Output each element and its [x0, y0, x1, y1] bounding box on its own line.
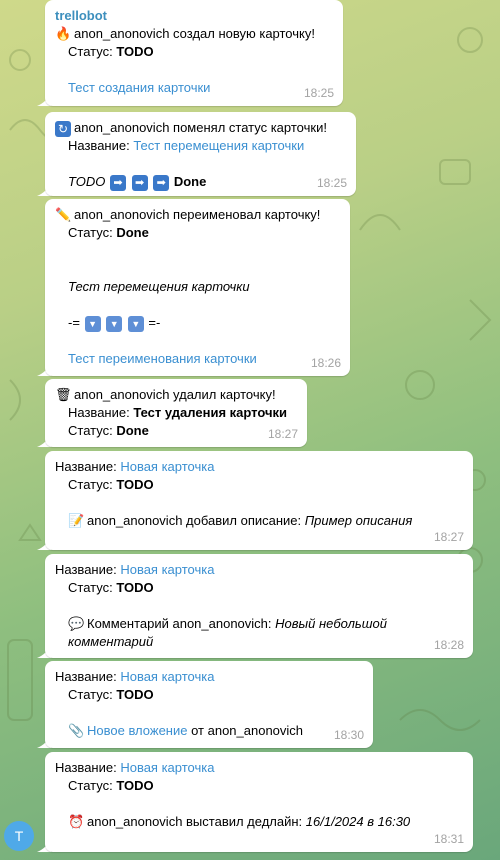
author-name: anon_anonovich	[74, 26, 170, 41]
status-label: Статус:	[68, 778, 117, 793]
status-label: Статус:	[68, 423, 117, 438]
message-bubble[interactable]: 🗑 anon_anonovich удалил карточку! Названи…	[45, 379, 307, 447]
status-value: TODO	[116, 44, 154, 59]
action-detail: Пример описания	[304, 513, 413, 528]
right-arrow-icon: ➡	[131, 174, 148, 191]
fire-icon: 🔥	[55, 26, 72, 41]
message-time: 18:30	[333, 728, 364, 742]
author-name: anon_anonovich	[74, 387, 170, 402]
name-label: Название:	[68, 405, 134, 420]
message-bubble[interactable]: ↻ anon_anonovich поменял статус карточки!…	[45, 112, 356, 196]
status-label: Статус:	[68, 477, 117, 492]
action-text: anon_anonovich выставил дедлайн:	[87, 814, 306, 829]
message-time: 18:28	[433, 638, 464, 652]
sender-name[interactable]: trellobot	[55, 7, 333, 25]
name-value: Тест удаления карточки	[133, 405, 287, 420]
name-label: Название:	[68, 138, 134, 153]
action-detail: Новый небольшой	[275, 616, 388, 631]
status-value: TODO	[116, 580, 154, 595]
card-link[interactable]: Тест перемещения карточки	[133, 138, 304, 153]
attachment-link[interactable]: Новое вложение	[87, 723, 187, 738]
author-name: anon_anonovich	[74, 207, 170, 222]
message-bubble[interactable]: Название: Новая карточка Статус: TODO 💬 К…	[45, 554, 473, 658]
status-label: Статус:	[68, 580, 117, 595]
card-link[interactable]: Тест создания карточки	[68, 80, 210, 95]
name-label: Название:	[55, 760, 121, 775]
card-link[interactable]: Новая карточка	[120, 459, 214, 474]
right-arrow-icon: ➡	[153, 174, 170, 191]
status-value: Done	[116, 225, 149, 240]
message-time: 18:26	[310, 356, 341, 370]
name-label: Название:	[55, 459, 121, 474]
status-value: TODO	[116, 778, 154, 793]
old-card-name: Тест перемещения карточки	[68, 279, 250, 294]
message-time: 18:25	[316, 176, 347, 190]
message-text: создал новую карточку!	[169, 26, 315, 41]
card-link[interactable]: Новая карточка	[120, 669, 214, 684]
action-text: anon_anonovich добавил описание:	[87, 513, 305, 528]
name-label: Название:	[55, 562, 121, 577]
status-value: TODO	[116, 477, 154, 492]
message-time: 18:27	[267, 427, 298, 441]
message-bubble[interactable]: ✏️ anon_anonovich переименовал карточку! …	[45, 199, 350, 376]
author-name: anon_anonovich	[74, 120, 170, 135]
bot-avatar[interactable]: T	[4, 821, 34, 851]
action-text: от anon_anonovich	[187, 723, 304, 738]
message-bubble[interactable]: Название: Новая карточка Статус: TODO 📝 a…	[45, 451, 473, 550]
down-arrow-icon: ▼	[127, 315, 144, 332]
trash-icon: 🗑	[55, 387, 72, 402]
status-from: TODO	[68, 174, 106, 189]
separator-right: =-	[148, 315, 161, 330]
name-label: Название:	[55, 669, 121, 684]
alarm-clock-icon: ⏰	[68, 814, 85, 829]
status-label: Статус:	[68, 44, 117, 59]
status-label: Статус:	[68, 225, 117, 240]
message-bubble[interactable]: Название: Новая карточка Статус: TODO 📎 Н…	[45, 661, 373, 748]
message-text: поменял статус карточки!	[169, 120, 327, 135]
down-arrow-icon: ▼	[84, 315, 101, 332]
avatar-letter: T	[14, 828, 24, 844]
pencil-icon: ✏️	[55, 207, 72, 222]
separator-left: -=	[68, 315, 80, 330]
status-value: TODO	[116, 687, 154, 702]
speech-icon: 💬	[68, 616, 85, 631]
memo-icon: 📝	[68, 513, 85, 528]
down-arrow-icon: ▼	[106, 315, 123, 332]
status-value: Done	[116, 423, 149, 438]
card-link[interactable]: Новая карточка	[120, 760, 214, 775]
message-bubble[interactable]: trellobot 🔥 anon_anonovich создал новую к…	[45, 0, 343, 106]
message-time: 18:25	[303, 86, 334, 100]
action-detail-continued: комментарий	[68, 634, 154, 649]
status-label: Статус:	[68, 687, 117, 702]
message-text: удалил карточку!	[169, 387, 276, 402]
message-time: 18:31	[433, 832, 464, 846]
message-text: переименовал карточку!	[169, 207, 321, 222]
paperclip-icon: 📎	[68, 723, 85, 738]
cycle-icon: ↻	[55, 119, 71, 137]
action-detail: 16/1/2024 в 16:30	[305, 814, 411, 829]
message-bubble[interactable]: Название: Новая карточка Статус: TODO ⏰ a…	[45, 752, 473, 852]
message-time: 18:27	[433, 530, 464, 544]
card-link[interactable]: Новая карточка	[120, 562, 214, 577]
card-link[interactable]: Тест переименования карточки	[68, 351, 257, 366]
status-to: Done	[173, 174, 207, 189]
action-text: Комментарий anon_anonovich:	[87, 616, 276, 631]
right-arrow-icon: ➡	[109, 174, 126, 191]
